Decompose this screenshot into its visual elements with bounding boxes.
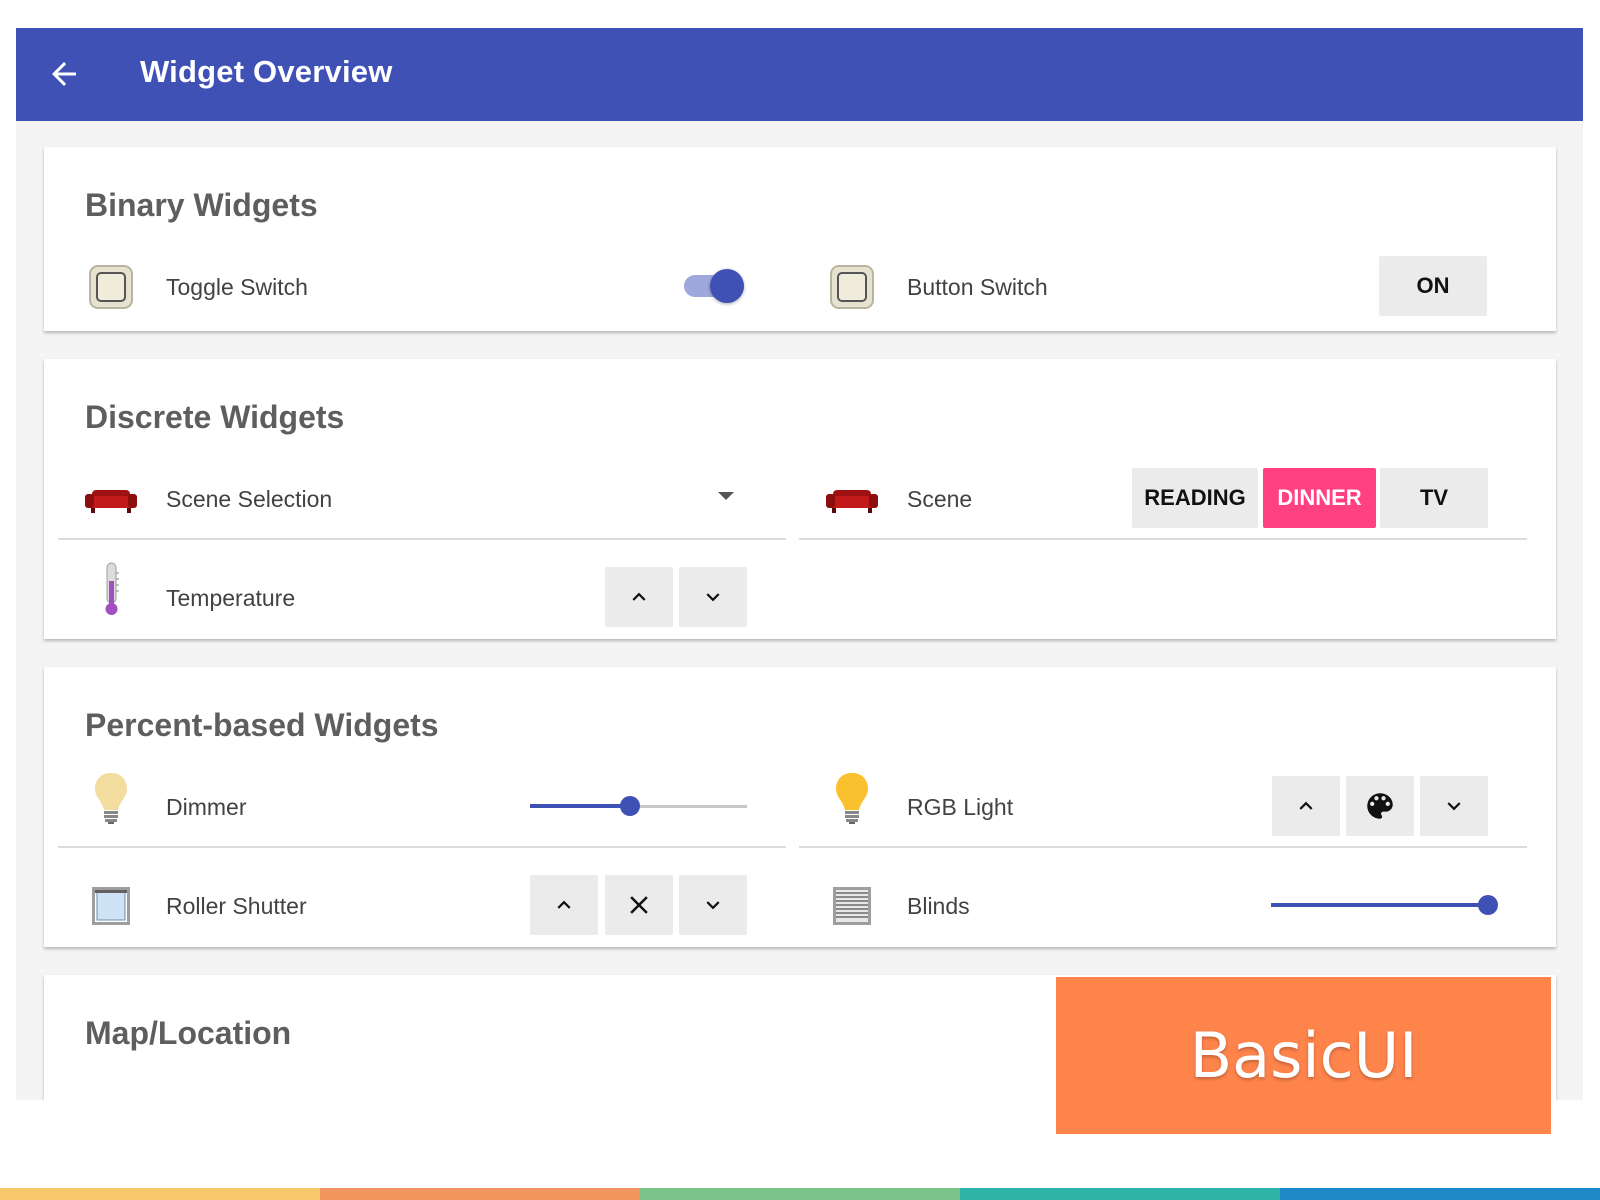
palette-icon	[1367, 793, 1393, 819]
sofa-icon	[85, 490, 137, 513]
rgb-up-button[interactable]	[1272, 776, 1340, 836]
shutter-up-button[interactable]	[530, 875, 598, 935]
map-location-title: Map/Location	[85, 1015, 292, 1051]
blinds-slider[interactable]	[1271, 890, 1498, 920]
scene-selection-label: Scene Selection	[166, 486, 333, 512]
thermometer-icon	[105, 562, 119, 615]
color-picker-button[interactable]	[1346, 776, 1414, 836]
dropdown-arrow-icon[interactable]	[716, 490, 736, 502]
back-arrow-icon[interactable]	[46, 56, 82, 92]
scene-option-tv[interactable]: TV	[1380, 468, 1488, 528]
dimmer-slider[interactable]	[530, 791, 747, 821]
slider-thumb[interactable]	[1478, 895, 1498, 915]
close-icon	[630, 896, 648, 914]
app-window: Widget Overview Binary Widgets Toggle Sw…	[16, 28, 1583, 1100]
scene-row: Scene READING DINNER TV	[799, 458, 1527, 540]
button-switch-label: Button Switch	[907, 274, 1048, 300]
discrete-widgets-title: Discrete Widgets	[85, 399, 345, 435]
scene-selection-row: Scene Selection	[58, 458, 786, 540]
toggle-switch-row: Toggle Switch	[58, 246, 772, 326]
blinds-row: Blinds	[799, 865, 1527, 945]
footer-stripe-5	[1280, 1188, 1600, 1200]
dimmer-row: Dimmer	[58, 766, 786, 848]
blinds-icon	[833, 887, 871, 925]
wall-switch-icon	[830, 265, 874, 309]
shutter-stop-button[interactable]	[605, 875, 673, 935]
roller-shutter-label: Roller Shutter	[166, 893, 307, 919]
percent-widgets-card: Percent-based Widgets Dimmer RGB Light R…	[44, 667, 1556, 947]
rgb-down-button[interactable]	[1420, 776, 1488, 836]
temperature-label: Temperature	[166, 585, 296, 611]
sofa-icon	[826, 490, 878, 513]
footer-stripe-1	[0, 1188, 320, 1200]
chevron-up-icon	[1299, 801, 1313, 810]
bulb-icon	[95, 773, 127, 824]
temperature-down-button[interactable]	[679, 567, 747, 627]
toggle-switch-label: Toggle Switch	[166, 274, 308, 300]
blinds-label: Blinds	[907, 893, 970, 919]
scene-label: Scene	[907, 486, 973, 512]
toggle-knob	[710, 269, 744, 303]
slider-thumb[interactable]	[619, 796, 640, 816]
shutter-down-button[interactable]	[679, 875, 747, 935]
page-title: Widget Overview	[140, 54, 393, 89]
dimmer-label: Dimmer	[166, 794, 247, 820]
slider-fill	[1271, 903, 1488, 907]
on-button[interactable]: ON	[1379, 256, 1487, 316]
discrete-widgets-card: Discrete Widgets Scene Selection Scene R…	[44, 359, 1556, 639]
binary-widgets-card: Binary Widgets Toggle Switch Button Swit…	[44, 147, 1556, 331]
scene-option-reading[interactable]: READING	[1132, 468, 1258, 528]
app-bar: Widget Overview	[16, 28, 1583, 121]
footer-stripe-2	[320, 1188, 640, 1200]
basicui-badge: BasicUI	[1056, 977, 1551, 1134]
chevron-down-icon	[706, 901, 720, 910]
button-switch-row: Button Switch ON	[799, 246, 1513, 326]
footer-stripe-4	[960, 1188, 1280, 1200]
chevron-down-icon	[706, 593, 720, 602]
chevron-up-icon	[557, 900, 571, 909]
rgb-light-row: RGB Light	[799, 766, 1527, 848]
window-icon	[92, 887, 130, 925]
wall-switch-icon	[89, 265, 133, 309]
scene-option-dinner[interactable]: DINNER	[1263, 468, 1376, 528]
slider-fill	[530, 804, 630, 808]
roller-shutter-row: Roller Shutter	[58, 865, 786, 945]
chevron-down-icon	[1447, 802, 1461, 811]
bulb-icon	[836, 773, 868, 824]
footer-stripe-3	[640, 1188, 960, 1200]
temperature-row: Temperature	[58, 557, 786, 637]
temperature-up-button[interactable]	[605, 567, 673, 627]
percent-widgets-title: Percent-based Widgets	[85, 707, 439, 743]
rgb-light-label: RGB Light	[907, 794, 1014, 820]
chevron-up-icon	[632, 592, 646, 601]
binary-widgets-title: Binary Widgets	[85, 187, 318, 223]
toggle-switch[interactable]	[684, 269, 746, 303]
